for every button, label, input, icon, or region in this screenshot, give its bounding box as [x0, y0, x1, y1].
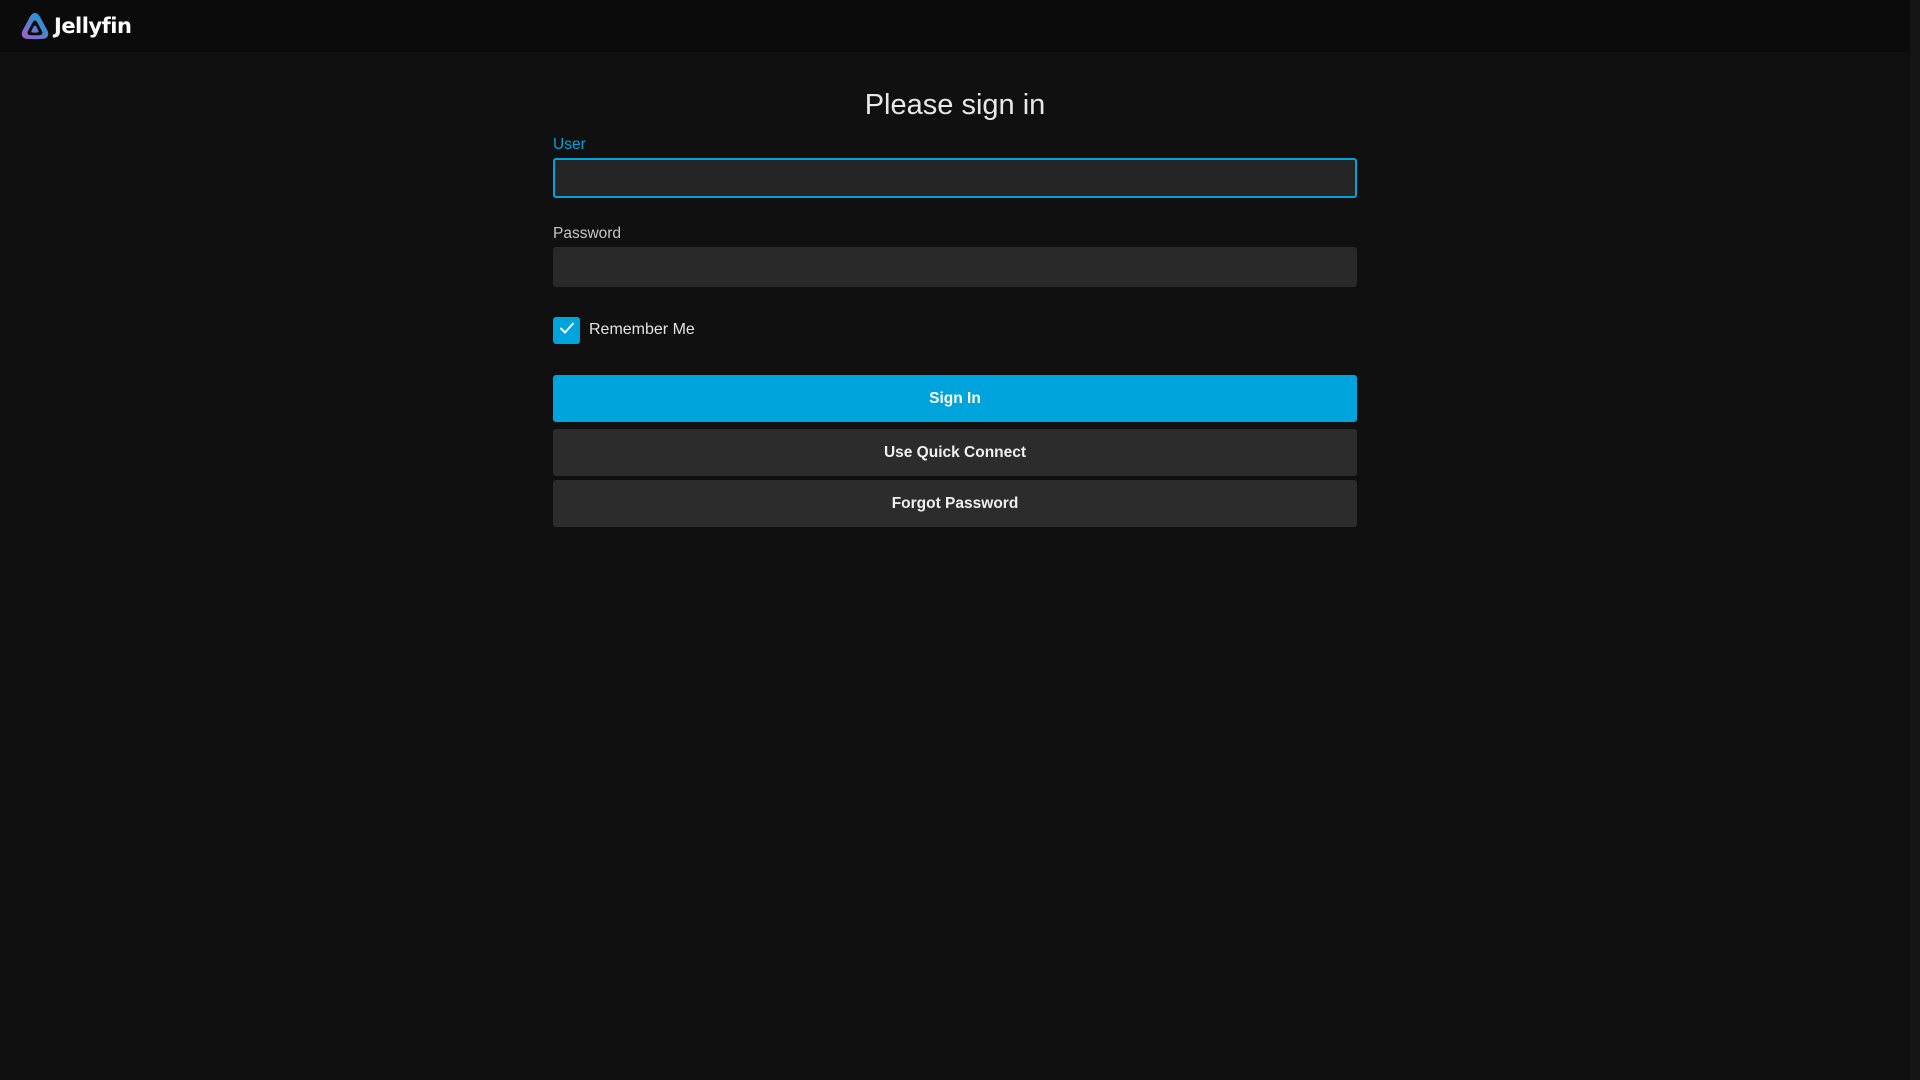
- user-input[interactable]: [553, 158, 1357, 198]
- page-title: Please sign in: [864, 89, 1046, 121]
- login-form: Please sign in User Password Remember Me…: [553, 52, 1357, 527]
- brand-logo[interactable]: Jellyfin: [20, 11, 132, 41]
- password-input[interactable]: [553, 247, 1357, 287]
- forgot-password-button[interactable]: Forgot Password: [553, 480, 1357, 527]
- sign-in-button[interactable]: Sign In: [553, 375, 1357, 422]
- brand-name: Jellyfin: [54, 14, 132, 38]
- checkmark-icon: [558, 319, 576, 342]
- user-label: User: [553, 136, 586, 153]
- password-label: Password: [553, 225, 622, 242]
- jellyfin-logo-icon: [20, 11, 50, 41]
- page-scrollbar[interactable]: [1910, 0, 1920, 1080]
- remember-me-row[interactable]: Remember Me: [553, 316, 1357, 344]
- quick-connect-button[interactable]: Use Quick Connect: [553, 429, 1357, 476]
- password-field-group: Password: [553, 224, 1357, 287]
- remember-me-label[interactable]: Remember Me: [589, 321, 695, 339]
- top-header: Jellyfin: [0, 0, 1910, 52]
- remember-me-checkbox[interactable]: [553, 316, 580, 344]
- user-field-group: User: [553, 135, 1357, 198]
